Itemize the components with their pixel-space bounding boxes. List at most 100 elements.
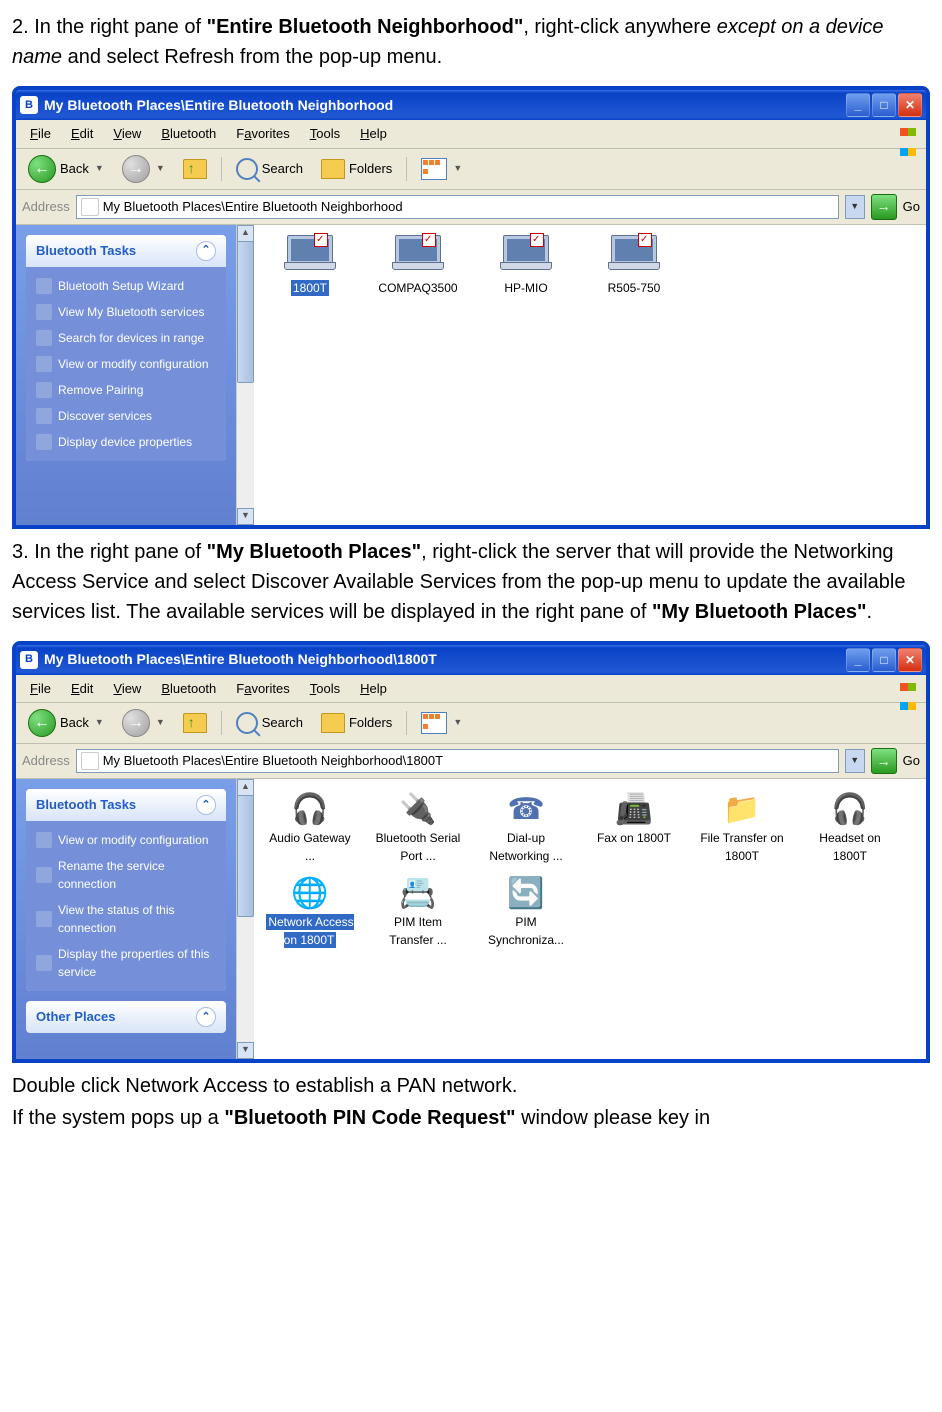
folder-up-icon [183,713,207,733]
go-button[interactable]: → [871,194,897,220]
titlebar[interactable]: B My Bluetooth Places\Entire Bluetooth N… [16,90,926,120]
tasks-list: View or modify configuration Rename the … [26,821,226,991]
search-button[interactable]: Search [230,710,309,736]
back-button[interactable]: ←Back▼ [22,707,110,739]
other-places-header[interactable]: Other Places⌃ [26,1001,226,1033]
side-panel: Bluetooth Tasks⌃ Bluetooth Setup Wizard … [16,225,236,525]
collapse-icon[interactable]: ⌃ [196,241,216,261]
maximize-button[interactable]: □ [872,93,896,117]
menu-tools[interactable]: Tools [302,122,348,146]
menu-file[interactable]: File [22,677,59,701]
task-search-devices[interactable]: Search for devices in range [28,325,224,351]
collapse-icon[interactable]: ⌃ [196,1007,216,1027]
address-icon [81,198,99,216]
folders-button[interactable]: Folders [315,711,398,735]
task-view-services[interactable]: View My Bluetooth services [28,299,224,325]
menu-tools[interactable]: Tools [302,677,348,701]
footer-text-1: Double click Network Access to establish… [12,1071,930,1101]
menu-bluetooth[interactable]: Bluetooth [153,122,224,146]
device-hp-mio[interactable]: HP-MIO [480,235,572,297]
back-button[interactable]: ←Back▼ [22,153,110,185]
service-file-transfer[interactable]: 📁File Transfer on 1800T [696,789,788,865]
service-headset[interactable]: 🎧Headset on 1800T [804,789,896,865]
views-button[interactable]: ▼ [415,710,468,736]
address-icon [81,752,99,770]
address-dropdown[interactable]: ▼ [845,195,865,219]
menu-edit[interactable]: Edit [63,122,101,146]
window-title: My Bluetooth Places\Entire Bluetooth Nei… [44,95,846,116]
address-field[interactable]: My Bluetooth Places\Entire Bluetooth Nei… [76,195,839,219]
pim-icon: 📇 [396,873,440,913]
windows-logo-icon [900,122,920,140]
forward-button[interactable]: →▼ [116,707,171,739]
paired-badge-icon [422,233,436,247]
paired-badge-icon [638,233,652,247]
service-audio-gateway[interactable]: 🎧Audio Gateway ... [264,789,356,865]
address-dropdown[interactable]: ▼ [845,749,865,773]
task-setup-wizard[interactable]: Bluetooth Setup Wizard [28,273,224,299]
service-serial-port[interactable]: 🔌Bluetooth Serial Port ... [372,789,464,865]
device-1800t[interactable]: 1800T [264,235,356,297]
address-field[interactable]: My Bluetooth Places\Entire Bluetooth Nei… [76,749,839,773]
collapse-icon[interactable]: ⌃ [196,795,216,815]
tasks-list: Bluetooth Setup Wizard View My Bluetooth… [26,267,226,461]
device-r505-750[interactable]: R505-750 [588,235,680,297]
minimize-button[interactable]: _ [846,648,870,672]
service-network-access[interactable]: 🌐Network Access on 1800T [264,873,356,949]
close-button[interactable]: ✕ [898,93,922,117]
tasks-header[interactable]: Bluetooth Tasks⌃ [26,789,226,821]
task-display-properties[interactable]: Display the properties of this service [28,941,224,985]
menu-favorites[interactable]: Favorites [228,677,297,701]
paired-badge-icon [530,233,544,247]
menu-edit[interactable]: Edit [63,677,101,701]
toolbar: ←Back▼ →▼ Search Folders ▼ [16,149,926,190]
folders-button[interactable]: Folders [315,157,398,181]
services-area[interactable]: 🎧Audio Gateway ... 🔌Bluetooth Serial Por… [254,779,926,1059]
up-button[interactable] [177,157,213,181]
folder-icon [321,713,345,733]
menu-help[interactable]: Help [352,122,395,146]
menu-file[interactable]: File [22,122,59,146]
windows-logo-icon [900,677,920,695]
menu-favorites[interactable]: Favorites [228,122,297,146]
tasks-header[interactable]: Bluetooth Tasks⌃ [26,235,226,267]
go-button[interactable]: → [871,748,897,774]
app-icon: B [20,96,38,114]
views-icon [421,158,447,180]
task-modify-config[interactable]: View or modify configuration [28,351,224,377]
folder-icon [321,159,345,179]
task-display-properties[interactable]: Display device properties [28,429,224,455]
scrollbar[interactable]: ▲▼ [236,779,254,1059]
task-remove-pairing[interactable]: Remove Pairing [28,377,224,403]
paired-badge-icon [314,233,328,247]
service-dialup[interactable]: ☎Dial-up Networking ... [480,789,572,865]
maximize-button[interactable]: □ [872,648,896,672]
forward-button[interactable]: →▼ [116,153,171,185]
search-button[interactable]: Search [230,156,309,182]
headset-icon: 🎧 [288,789,332,829]
close-button[interactable]: ✕ [898,648,922,672]
address-bar: Address My Bluetooth Places\Entire Bluet… [16,190,926,225]
menu-help[interactable]: Help [352,677,395,701]
menu-view[interactable]: View [105,677,149,701]
views-icon [421,712,447,734]
service-fax[interactable]: 📠Fax on 1800T [588,789,680,865]
up-button[interactable] [177,711,213,735]
scrollbar[interactable]: ▲▼ [236,225,254,525]
titlebar[interactable]: B My Bluetooth Places\Entire Bluetooth N… [16,645,926,675]
minimize-button[interactable]: _ [846,93,870,117]
views-button[interactable]: ▼ [415,156,468,182]
task-modify-config[interactable]: View or modify configuration [28,827,224,853]
task-discover-services[interactable]: Discover services [28,403,224,429]
address-bar: Address My Bluetooth Places\Entire Bluet… [16,744,926,779]
task-rename-service[interactable]: Rename the service connection [28,853,224,897]
devices-area[interactable]: 1800T COMPAQ3500 HP-MIO R505-750 [254,225,926,525]
menu-bluetooth[interactable]: Bluetooth [153,677,224,701]
service-pim-transfer[interactable]: 📇PIM Item Transfer ... [372,873,464,949]
service-pim-sync[interactable]: 🔄PIM Synchroniza... [480,873,572,949]
menu-view[interactable]: View [105,122,149,146]
device-compaq3500[interactable]: COMPAQ3500 [372,235,464,297]
sync-icon: 🔄 [504,873,548,913]
menubar: File Edit View Bluetooth Favorites Tools… [16,120,926,149]
task-view-status[interactable]: View the status of this connection [28,897,224,941]
